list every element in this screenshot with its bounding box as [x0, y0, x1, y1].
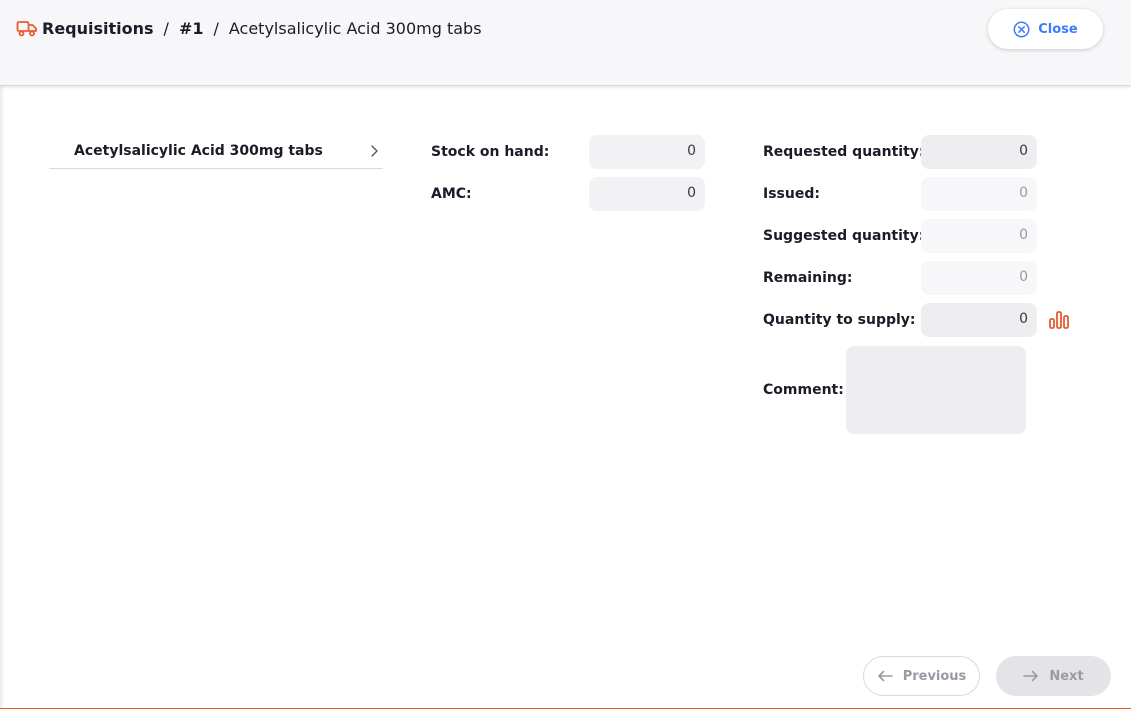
remaining-value: 0: [921, 261, 1037, 295]
issued-label: Issued:: [763, 186, 820, 202]
requested-quantity-text: 0: [1019, 143, 1028, 159]
arrow-left-icon: [877, 670, 893, 682]
suggested-quantity-label: Suggested quantity:: [763, 228, 925, 244]
issued-text: 0: [1019, 185, 1028, 201]
list-item[interactable]: Acetylsalicylic Acid 300mg tabs: [49, 134, 383, 169]
stock-on-hand-text: 0: [687, 143, 696, 159]
comment-textarea[interactable]: [846, 346, 1026, 434]
bar-chart-icon: [1049, 311, 1069, 329]
stock-chart-button[interactable]: [1046, 306, 1072, 334]
previous-button[interactable]: Previous: [863, 656, 980, 696]
requested-quantity-label: Requested quantity:: [763, 144, 925, 160]
breadcrumb-separator: /: [213, 18, 219, 38]
breadcrumb-requisition-number-link[interactable]: #1: [179, 19, 204, 38]
arrow-right-icon: [1023, 670, 1039, 682]
breadcrumb-requisitions-link[interactable]: Requisitions: [42, 19, 154, 38]
close-button-label: Close: [1038, 21, 1078, 37]
next-button[interactable]: Next: [996, 656, 1111, 696]
requisition-line-page: Requisitions / #1 / Acetylsalicylic Acid…: [0, 0, 1131, 709]
next-button-label: Next: [1049, 668, 1084, 684]
suggested-quantity-value: 0: [921, 219, 1037, 253]
list-item-label: Acetylsalicylic Acid 300mg tabs: [74, 143, 323, 159]
app-bar: Requisitions / #1 / Acetylsalicylic Acid…: [0, 0, 1131, 86]
close-button[interactable]: Close: [988, 9, 1103, 49]
stock-on-hand-value: 0: [589, 135, 705, 169]
suggested-quantity-text: 0: [1019, 227, 1028, 243]
amc-label: AMC:: [431, 186, 472, 202]
breadcrumb-separator: /: [163, 18, 169, 38]
issued-value: 0: [921, 177, 1037, 211]
remaining-text: 0: [1019, 269, 1028, 285]
breadcrumb-current-item: Acetylsalicylic Acid 300mg tabs: [228, 18, 482, 38]
amc-value: 0: [589, 177, 705, 211]
quantity-to-supply-label: Quantity to supply:: [763, 312, 916, 328]
item-list: Acetylsalicylic Acid 300mg tabs: [49, 134, 383, 169]
amc-text: 0: [687, 185, 696, 201]
breadcrumb: Requisitions / #1 / Acetylsalicylic Acid…: [16, 17, 482, 39]
comment-label: Comment:: [763, 382, 844, 398]
stock-on-hand-label: Stock on hand:: [431, 144, 550, 160]
remaining-label: Remaining:: [763, 270, 853, 286]
close-circle-icon: [1013, 21, 1030, 37]
truck-icon: [16, 17, 38, 39]
chevron-right-icon: [371, 145, 378, 157]
quantity-to-supply-text: 0: [1019, 311, 1028, 327]
requested-quantity-input[interactable]: 0: [921, 135, 1037, 169]
quantity-to-supply-input[interactable]: 0: [921, 303, 1037, 337]
previous-button-label: Previous: [902, 668, 967, 684]
